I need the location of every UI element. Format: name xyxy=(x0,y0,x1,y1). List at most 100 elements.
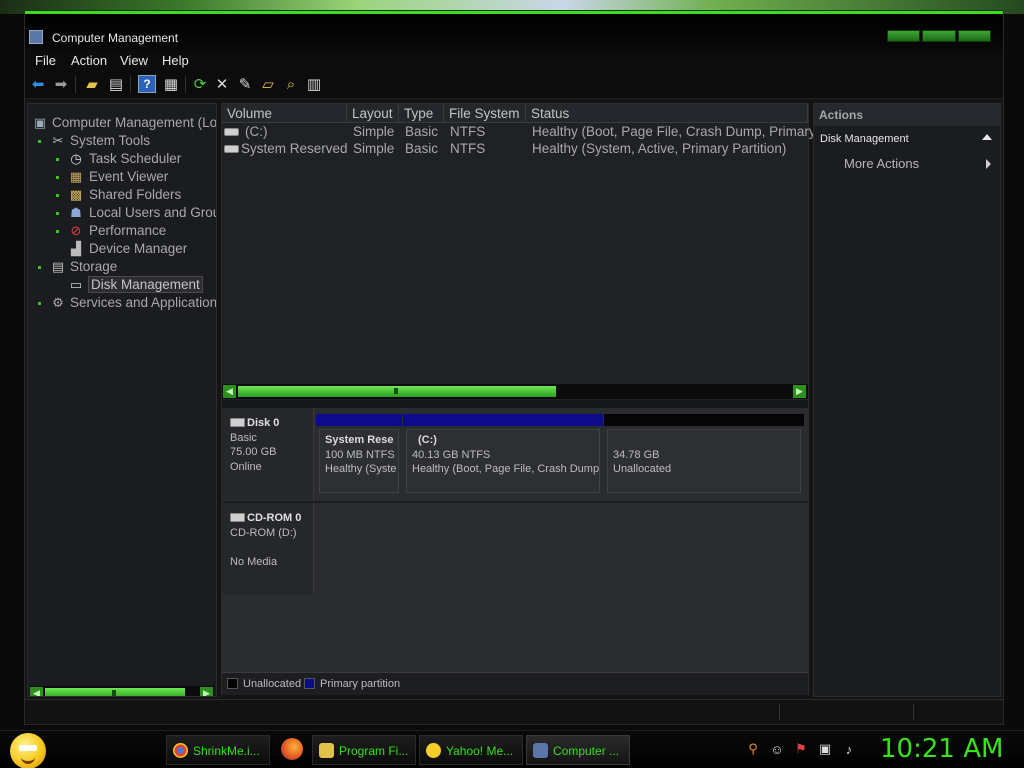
clock[interactable]: 10:21 AM xyxy=(880,734,1003,764)
show-hide-tree-icon[interactable]: ▤ xyxy=(107,75,125,93)
expand-dot[interactable] xyxy=(38,266,41,269)
maximize-button[interactable] xyxy=(922,30,956,42)
column-header-layout[interactable]: Layout xyxy=(347,104,399,123)
users-icon: ☗ xyxy=(70,205,82,220)
performance-icon: ⊘ xyxy=(70,223,82,238)
delete-icon[interactable]: ✕ xyxy=(213,75,231,93)
menu-view[interactable]: View xyxy=(120,53,148,68)
start-button[interactable] xyxy=(10,733,46,768)
tree-item-event-viewer[interactable]: ▦ Event Viewer xyxy=(28,168,216,186)
back-icon[interactable]: ⬅ xyxy=(29,75,47,93)
collapse-up-icon[interactable] xyxy=(982,134,992,140)
expand-dot[interactable] xyxy=(56,194,59,197)
actions-group-disk-management[interactable]: Disk Management xyxy=(814,128,1000,148)
volume-row[interactable]: (C:) Simple Basic NTFS Healthy (Boot, Pa… xyxy=(222,124,816,141)
taskbar-item-computer-management[interactable]: Computer ... xyxy=(526,735,630,765)
partition-c-drive[interactable]: (C:) 40.13 GB NTFS Healthy (Boot, Page F… xyxy=(403,414,603,496)
hard-disk-icon xyxy=(230,418,245,427)
flag-icon[interactable]: ⚑ xyxy=(794,741,808,756)
expand-dot[interactable] xyxy=(56,212,59,215)
yahoo-messenger-icon xyxy=(426,743,441,758)
more-actions-link[interactable]: More Actions xyxy=(844,156,919,171)
partition-bar xyxy=(403,414,603,426)
chevron-right-icon[interactable] xyxy=(986,159,991,169)
forward-icon[interactable]: ➡ xyxy=(52,75,70,93)
disk-management-pane: Volume Layout Type File System Status (C… xyxy=(221,103,816,695)
tree-item-device-manager[interactable]: ▟ Device Manager xyxy=(28,240,216,258)
toolbar-separator xyxy=(130,76,131,93)
window-controls xyxy=(887,30,991,42)
tree-item-storage[interactable]: ▤ Storage xyxy=(28,258,216,276)
disk-icon: ▭ xyxy=(69,277,83,292)
tree-horizontal-scrollbar[interactable]: ◀ ▶ xyxy=(30,686,214,696)
task-label: ShrinkMe.i... xyxy=(193,744,260,758)
scroll-left-arrow-icon[interactable]: ◀ xyxy=(223,385,236,398)
volume-row[interactable]: System Reserved Simple Basic NTFS Health… xyxy=(222,141,808,158)
tree-item-computer-management[interactable]: ▣ Computer Management (Loc xyxy=(30,114,216,132)
disk-0-label[interactable]: Disk 0 Basic 75.00 GB Online xyxy=(222,408,314,500)
refresh-icon[interactable]: ⟳ xyxy=(191,75,209,93)
column-header-status[interactable]: Status xyxy=(526,104,808,123)
folder-icon xyxy=(319,743,334,758)
taskbar-item-shrinkme[interactable]: ShrinkMe.i... xyxy=(166,735,270,765)
expand-dot[interactable] xyxy=(38,140,41,143)
pane-divider[interactable] xyxy=(222,400,808,408)
column-header-volume[interactable]: Volume xyxy=(222,104,347,123)
title-bar[interactable]: Computer Management xyxy=(25,11,1003,49)
disk-name: CD-ROM 0 xyxy=(247,512,302,524)
menu-file[interactable]: File xyxy=(35,53,56,68)
open-icon[interactable]: ▱ xyxy=(259,75,277,93)
expand-dot[interactable] xyxy=(38,302,41,305)
volume-icon[interactable]: ♪ xyxy=(842,742,856,757)
computer-icon: ▣ xyxy=(33,115,47,130)
volume-drive-icon xyxy=(224,145,239,153)
tree-item-services-applications[interactable]: ⚙ Services and Application: xyxy=(28,294,216,312)
partition-system-reserved[interactable]: System Rese 100 MB NTFS Healthy (Syste xyxy=(316,414,402,496)
scroll-right-arrow-icon[interactable]: ▶ xyxy=(200,687,213,696)
toolbar-separator xyxy=(185,76,186,93)
tree-item-shared-folders[interactable]: ▩ Shared Folders xyxy=(28,186,216,204)
status-section xyxy=(913,704,1003,720)
disk-kind: CD-ROM (D:) xyxy=(230,526,297,539)
tools-icon: ✂ xyxy=(52,133,64,148)
scroll-right-arrow-icon[interactable]: ▶ xyxy=(793,385,806,398)
search-icon[interactable]: ⚲ xyxy=(746,741,760,756)
legend-primary-label: Primary partition xyxy=(320,678,401,690)
taskbar-item-program-files[interactable]: Program Fi... xyxy=(312,735,416,765)
actions-header: Actions xyxy=(814,104,1000,126)
partition-size: 34.78 GB xyxy=(613,448,660,461)
properties-list-icon[interactable]: ▥ xyxy=(305,75,323,93)
rescan-icon[interactable]: ✎ xyxy=(236,75,254,93)
properties-icon[interactable]: ▦ xyxy=(162,75,180,93)
column-header-file-system[interactable]: File System xyxy=(444,104,526,123)
disk-size: 75.00 GB xyxy=(230,446,277,458)
menu-help[interactable]: Help xyxy=(162,53,189,68)
tree-item-local-users[interactable]: ☗ Local Users and Grou xyxy=(28,204,216,222)
messenger-tray-icon[interactable]: ☺ xyxy=(770,742,784,757)
explore-icon[interactable]: ⌕ xyxy=(282,75,300,93)
column-header-type[interactable]: Type xyxy=(399,104,444,123)
tree-item-system-tools[interactable]: ✂ System Tools xyxy=(28,132,216,150)
tree-item-task-scheduler[interactable]: ◷ Task Scheduler xyxy=(28,150,216,168)
volume-file-system: NTFS xyxy=(450,141,486,156)
desktop-edge-left xyxy=(0,14,24,730)
partition-unallocated[interactable]: 34.78 GB Unallocated xyxy=(604,414,804,496)
menu-action[interactable]: Action xyxy=(71,53,107,68)
tree-item-disk-management[interactable]: ▭ Disk Management xyxy=(28,276,216,294)
legend: Unallocated Primary partition xyxy=(222,672,808,695)
help-icon[interactable]: ? xyxy=(138,75,156,93)
cdrom-0-label[interactable]: CD-ROM 0 CD-ROM (D:) No Media xyxy=(222,503,314,595)
firefox-icon[interactable] xyxy=(281,738,303,760)
up-folder-icon[interactable]: ▰ xyxy=(83,75,101,93)
scroll-left-arrow-icon[interactable]: ◀ xyxy=(30,687,43,696)
volume-type: Basic xyxy=(405,141,439,156)
tree-item-performance[interactable]: ⊘ Performance xyxy=(28,222,216,240)
volume-list-horizontal-scrollbar[interactable]: ◀ ▶ xyxy=(222,384,808,399)
close-button[interactable] xyxy=(957,30,991,42)
network-icon[interactable]: ▣ xyxy=(818,741,832,756)
expand-dot[interactable] xyxy=(56,230,59,233)
taskbar-item-yahoo-messenger[interactable]: Yahoo! Me... xyxy=(419,735,523,765)
expand-dot[interactable] xyxy=(56,176,59,179)
minimize-button[interactable] xyxy=(887,30,921,42)
expand-dot[interactable] xyxy=(56,158,59,161)
